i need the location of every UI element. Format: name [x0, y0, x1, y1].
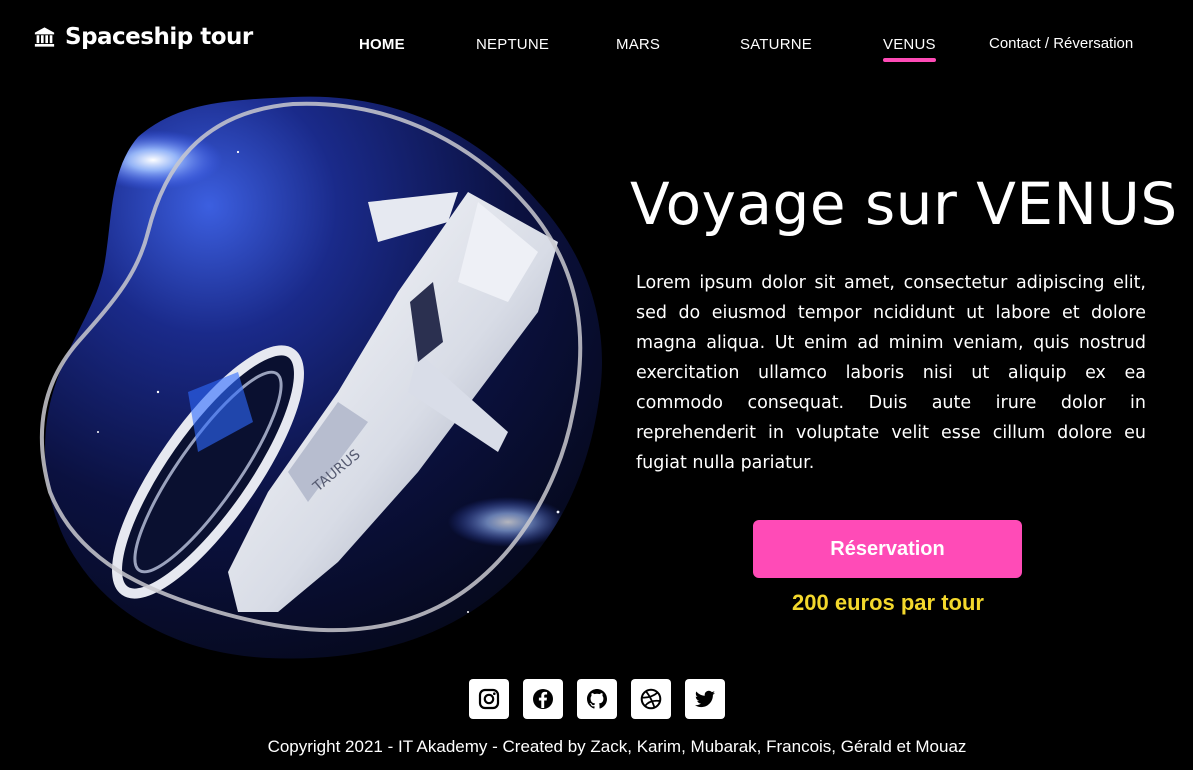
- brand-name: Spaceship tour: [65, 24, 253, 50]
- brand-logo[interactable]: Spaceship tour: [34, 24, 253, 50]
- nav-mars[interactable]: MARS: [616, 36, 660, 53]
- social-links: [469, 679, 725, 719]
- copyright-text: Copyright 2021 - IT Akademy - Created by…: [267, 737, 967, 756]
- bank-icon: [34, 27, 55, 47]
- page-title: Voyage sur VENUS: [630, 170, 1178, 238]
- twitter-link[interactable]: [685, 679, 725, 719]
- facebook-icon: [533, 689, 553, 709]
- nav-neptune[interactable]: NEPTUNE: [476, 36, 549, 53]
- facebook-link[interactable]: [523, 679, 563, 719]
- dribbble-link[interactable]: [631, 679, 671, 719]
- instagram-link[interactable]: [469, 679, 509, 719]
- nav-venus[interactable]: VENUS: [883, 36, 936, 62]
- twitter-icon: [695, 690, 715, 708]
- reservation-button[interactable]: Réservation: [753, 520, 1022, 578]
- spaceship-image: TAURUS: [39, 96, 603, 659]
- nav-home[interactable]: HOME: [359, 36, 405, 53]
- dribbble-icon: [640, 688, 662, 710]
- github-icon: [587, 689, 607, 709]
- description-text: Lorem ipsum dolor sit amet, consectetur …: [636, 273, 1146, 473]
- price-text: 200 euros par tour: [792, 590, 984, 615]
- github-link[interactable]: [577, 679, 617, 719]
- nav-contact[interactable]: Contact / Réversation: [989, 35, 1133, 52]
- instagram-icon: [478, 688, 500, 710]
- nav-saturne[interactable]: SATURNE: [740, 36, 812, 53]
